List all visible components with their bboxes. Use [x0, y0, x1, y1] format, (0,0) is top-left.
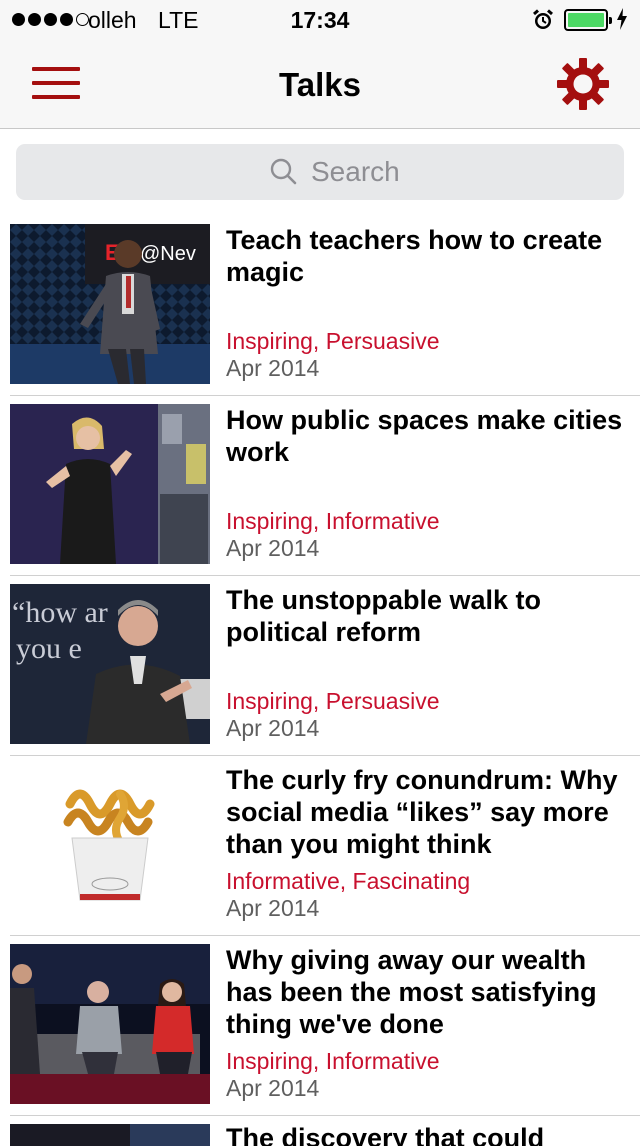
search-icon — [270, 158, 297, 185]
talk-thumbnail: “how ar you e — [10, 584, 210, 744]
talk-thumbnail: ED @Nev — [10, 224, 210, 384]
talk-date: Apr 2014 — [226, 1075, 320, 1101]
talk-date: Apr 2014 — [226, 535, 320, 561]
talk-row[interactable]: The curly fry conundrum: Why social medi… — [10, 756, 640, 936]
talk-thumbnail — [10, 404, 210, 564]
navigation-bar: Talks — [0, 40, 640, 129]
talk-thumbnail — [10, 764, 210, 924]
search-input[interactable]: Search — [16, 144, 624, 200]
talk-tags: Inspiring, Persuasive — [226, 688, 440, 714]
thumbnail-slide-text-1: “how ar — [12, 596, 108, 629]
talk-date: Apr 2014 — [226, 895, 320, 921]
talk-title: How public spaces make cities work — [226, 405, 623, 467]
talk-title: The curly fry conundrum: Why social medi… — [226, 765, 618, 859]
search-placeholder: Search — [311, 156, 400, 187]
talk-tags: Informative, Fascinating — [226, 868, 471, 894]
talk-tags: Inspiring, Informative — [226, 508, 440, 534]
battery-level — [568, 13, 604, 27]
talk-row[interactable]: ED @Nev Teach teachers how to create mag… — [10, 216, 640, 396]
talk-tags: Inspiring, Persuasive — [226, 328, 440, 354]
talk-date: Apr 2014 — [226, 355, 320, 381]
battery-icon — [564, 9, 612, 31]
talk-list: ED @Nev Teach teachers how to create mag… — [0, 216, 640, 1146]
talk-title: The discovery that could — [226, 1123, 545, 1146]
page-title: Talks — [279, 66, 361, 103]
thumbnail-slide-text-2: you e — [16, 632, 82, 665]
talk-thumbnail — [10, 1124, 210, 1146]
charging-bolt-icon — [617, 8, 627, 30]
talk-title: Teach teachers how to create magic — [226, 225, 603, 287]
talk-date: Apr 2014 — [226, 715, 320, 741]
alarm-clock-icon — [533, 9, 553, 29]
talk-thumbnail — [10, 944, 210, 1104]
search-area: Search — [0, 129, 640, 216]
battery-nub — [609, 17, 612, 24]
talk-row[interactable]: “how ar you e The unstoppable walk to po… — [10, 576, 640, 756]
settings-button[interactable] — [557, 58, 609, 110]
talk-title: Why giving away our wealth has been the … — [226, 945, 597, 1039]
tedx-logo-text: @Nev — [140, 243, 196, 265]
talk-row[interactable]: How public spaces make cities work Inspi… — [10, 396, 640, 576]
status-bar: olleh LTE 17:34 — [0, 0, 640, 40]
talk-title: The unstoppable walk to political reform — [226, 585, 542, 647]
talk-tags: Inspiring, Informative — [226, 1048, 440, 1074]
talk-row[interactable]: Why giving away our wealth has been the … — [10, 936, 640, 1116]
talk-row[interactable]: The discovery that could — [10, 1116, 640, 1146]
